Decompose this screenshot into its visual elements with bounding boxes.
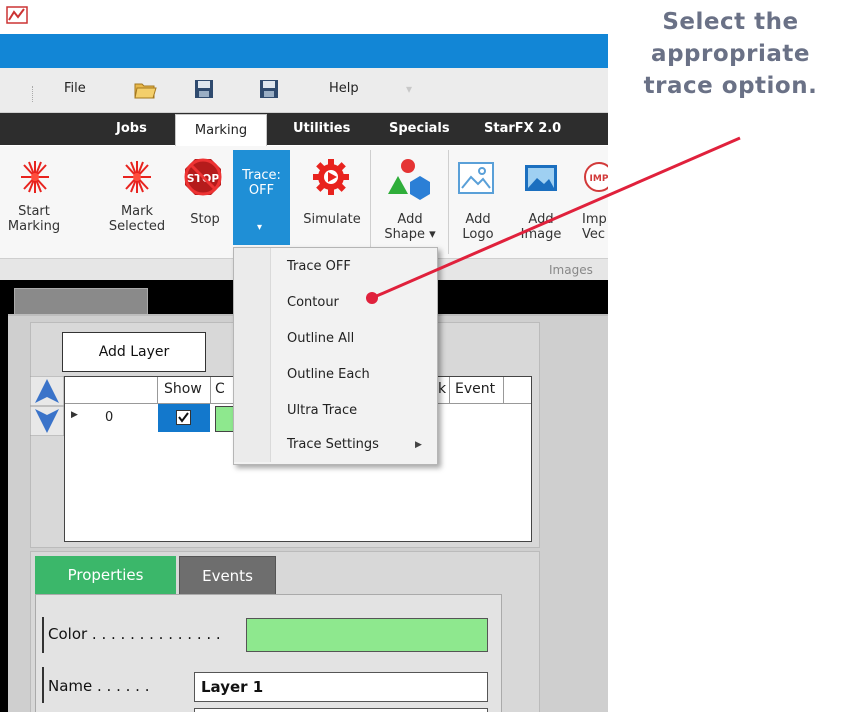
callout-arrow (366, 136, 741, 304)
